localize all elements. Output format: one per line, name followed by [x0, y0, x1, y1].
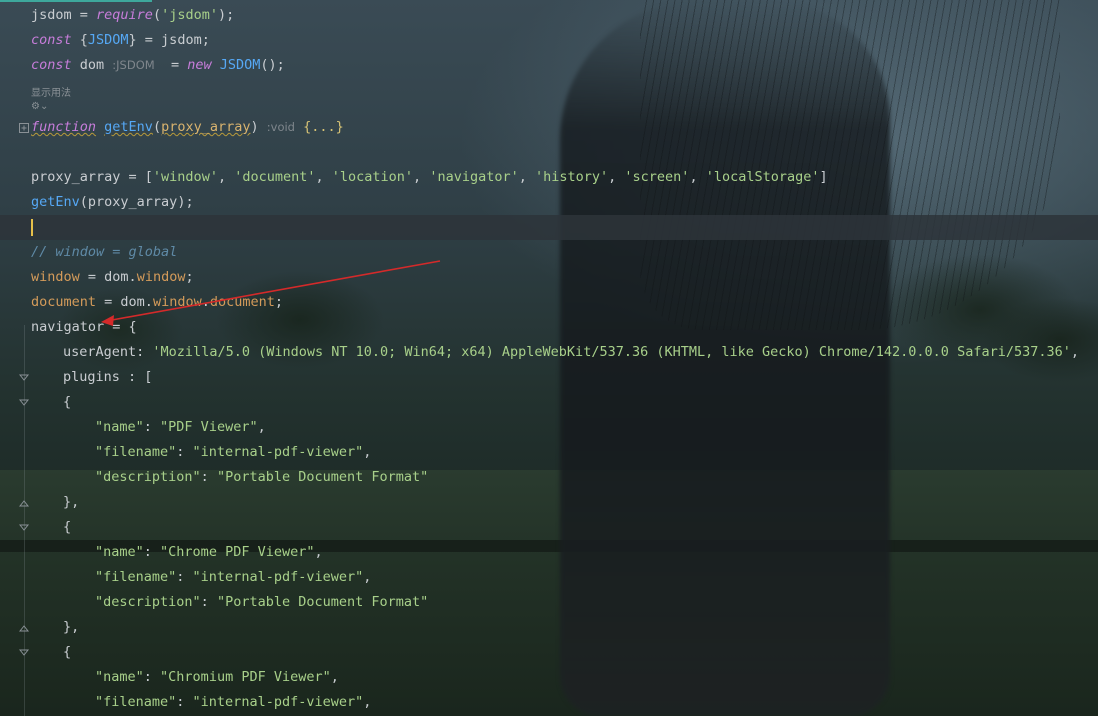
- red-arrow-head: [101, 315, 114, 326]
- annotation-overlay: [101, 260, 441, 326]
- red-arrow-annotation: [111, 260, 441, 321]
